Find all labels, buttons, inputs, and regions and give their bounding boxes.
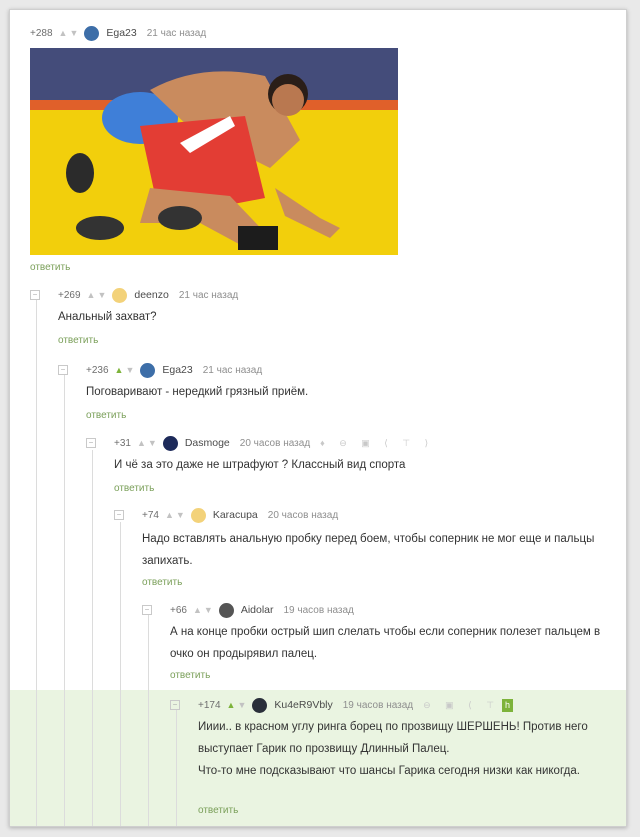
arrow-up-icon[interactable]: ▲: [165, 510, 174, 520]
comment-tools-icon[interactable]: ♦ ⊖ ▣ ⟨ ⊤ ⟩: [320, 438, 434, 449]
username[interactable]: Ega23: [162, 364, 192, 376]
reply-link[interactable]: ответить: [114, 483, 154, 494]
arrow-down-icon[interactable]: ▼: [125, 365, 134, 375]
comment-header: +269 ▲ ▼ deenzo 21 час назад: [58, 287, 238, 303]
reply-link[interactable]: ответить: [198, 805, 238, 816]
collapse-minus-icon[interactable]: −: [142, 605, 152, 615]
arrow-down-icon[interactable]: ▼: [97, 290, 106, 300]
timestamp[interactable]: 19 часов назад: [343, 700, 413, 711]
username[interactable]: deenzo: [134, 289, 168, 301]
comment-text: А на конце пробки острый шип слелать что…: [170, 626, 601, 660]
h-button[interactable]: h: [502, 698, 514, 712]
timestamp[interactable]: 21 час назад: [203, 365, 262, 376]
avatar[interactable]: [190, 507, 206, 523]
timestamp[interactable]: 21 час назад: [147, 28, 206, 39]
timestamp[interactable]: 20 часов назад: [240, 438, 310, 449]
collapse-minus-icon[interactable]: −: [30, 290, 40, 300]
reply-link[interactable]: ответить: [58, 335, 98, 346]
comment-tools-icon[interactable]: ⊖ ▣ ⟨ ⊤: [423, 700, 500, 711]
arrow-down-icon[interactable]: ▼: [204, 605, 213, 615]
comment-header: +31 ▲ ▼ Dasmoge 20 часов назад ♦ ⊖ ▣ ⟨ ⊤…: [114, 435, 434, 451]
comment-text-continued: Что-то мне подсказывают что шансы Гарика…: [198, 765, 580, 777]
reply-link[interactable]: ответить: [142, 577, 182, 588]
comment-header: +66 ▲ ▼ Aidolar 19 часов назад: [170, 602, 354, 618]
comment-score: +288: [30, 27, 53, 39]
avatar[interactable]: [84, 25, 100, 41]
collapse-minus-icon[interactable]: −: [170, 700, 180, 710]
arrow-down-icon[interactable]: ▼: [69, 28, 78, 38]
comment-header: +174 ▲ ▼ Ku4eR9Vbly 19 часов назад ⊖ ▣ ⟨…: [198, 697, 514, 713]
avatar[interactable]: [218, 602, 234, 618]
thread-line: [176, 710, 177, 826]
comment-text: Надо вставлять анальную пробку перед бое…: [142, 533, 595, 567]
comment-text: Ииии.. в красном углу ринга борец по про…: [198, 721, 588, 755]
username[interactable]: Karacupa: [213, 509, 258, 521]
comment-header: +288 ▲ ▼ Ega23 21 час назад: [30, 25, 206, 41]
username[interactable]: Ega23: [106, 27, 136, 39]
timestamp[interactable]: 20 часов назад: [268, 510, 338, 521]
avatar[interactable]: [162, 435, 178, 451]
timestamp[interactable]: 19 часов назад: [284, 605, 354, 616]
avatar[interactable]: [112, 287, 128, 303]
reply-link[interactable]: ответить: [30, 262, 70, 273]
comment-text: Поговаривают - нередкий грязный приём.: [86, 386, 309, 398]
comment-score: +174: [198, 699, 221, 711]
username[interactable]: Aidolar: [241, 604, 274, 616]
collapse-minus-icon[interactable]: −: [114, 510, 124, 520]
comment-text: Анальный захват?: [58, 311, 157, 323]
avatar[interactable]: [252, 697, 268, 713]
comment-score: +66: [170, 604, 187, 616]
thread-line: [148, 615, 149, 826]
arrow-up-icon[interactable]: ▲: [87, 290, 96, 300]
reply-link[interactable]: ответить: [170, 670, 210, 681]
arrow-up-icon[interactable]: ▲: [193, 605, 202, 615]
username[interactable]: Dasmoge: [185, 437, 230, 449]
thread-line: [120, 522, 121, 826]
comment-score: +74: [142, 509, 159, 521]
arrow-up-icon[interactable]: ▲: [115, 365, 124, 375]
arrow-up-icon[interactable]: ▲: [137, 438, 146, 448]
comment-score: +31: [114, 437, 131, 449]
arrow-down-icon[interactable]: ▼: [148, 438, 157, 448]
arrow-down-icon[interactable]: ▼: [237, 700, 246, 710]
collapse-minus-icon[interactable]: −: [58, 365, 68, 375]
wrestling-photo[interactable]: [30, 48, 398, 255]
comment-score: +269: [58, 289, 81, 301]
comment-header: +74 ▲ ▼ Karacupa 20 часов назад: [142, 507, 338, 523]
arrow-down-icon[interactable]: ▼: [176, 510, 185, 520]
collapse-minus-icon[interactable]: −: [86, 438, 96, 448]
comment-text: И чё за это даже не штрафуют ? Классный …: [114, 459, 406, 471]
timestamp[interactable]: 21 час назад: [179, 290, 238, 301]
comments-thread: +288 ▲ ▼ Ega23 21 час назад ответить − +…: [9, 9, 627, 827]
arrow-up-icon[interactable]: ▲: [59, 28, 68, 38]
thread-line: [92, 450, 93, 826]
reply-link[interactable]: ответить: [86, 410, 126, 421]
username[interactable]: Ku4eR9Vbly: [274, 699, 332, 711]
thread-line: [64, 375, 65, 826]
comment-header: +236 ▲ ▼ Ega23 21 час назад: [86, 362, 262, 378]
arrow-up-icon[interactable]: ▲: [227, 700, 236, 710]
avatar[interactable]: [140, 362, 156, 378]
thread-line: [36, 300, 37, 826]
comment-score: +236: [86, 364, 109, 376]
